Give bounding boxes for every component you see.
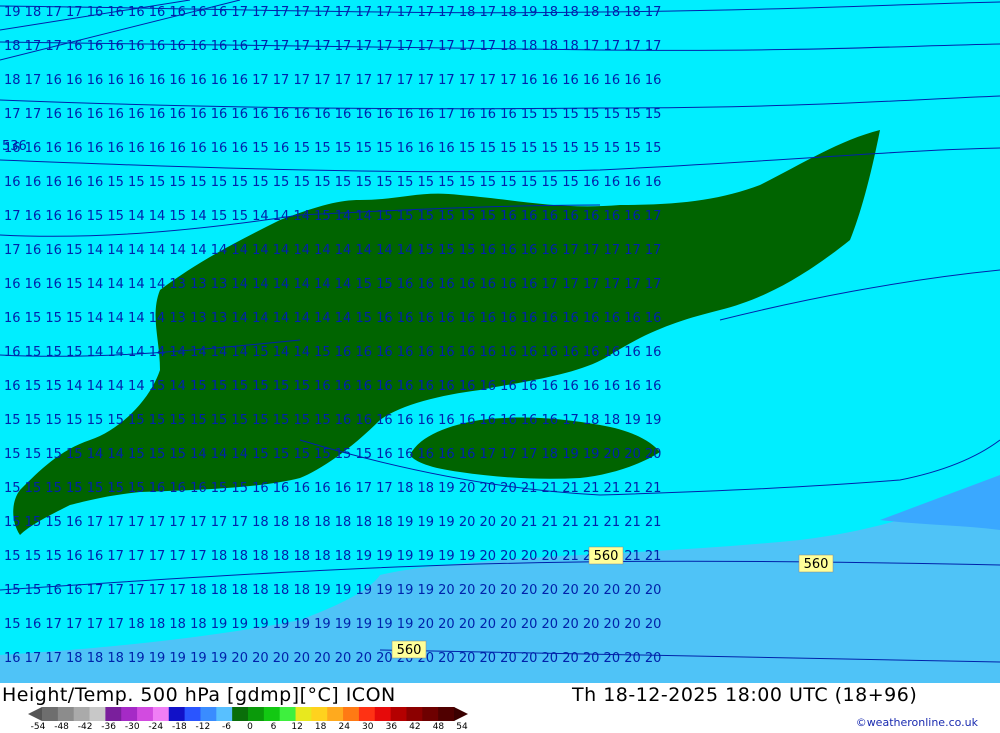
svg-text:18 17 16 16 16 16 16 16 16 16: 18 17 16 16 16 16 16 16 16 16 16 16 17 1… — [4, 73, 661, 88]
svg-text:16 15 15 15 14 14 14 14 14 14: 16 15 15 15 14 14 14 14 14 14 14 14 15 1… — [4, 345, 661, 360]
svg-text:16 16 16 16 16 16 16 16 16 16: 16 16 16 16 16 16 16 16 16 16 16 16 15 1… — [4, 141, 661, 156]
scale-cell — [200, 707, 217, 721]
weather-map: 19 18 17 17 16 16 16 16 16 16 16 17 17 1… — [0, 0, 1000, 683]
scale-tick-label: -42 — [77, 722, 93, 732]
scale-cell — [168, 707, 186, 721]
color-scale-bar — [28, 707, 468, 721]
svg-text:16 16 16 15 14 14 14 14 13 13: 16 16 16 15 14 14 14 14 13 13 13 14 14 1… — [4, 277, 661, 292]
corner-label: 536 — [2, 139, 27, 154]
scale-cell — [358, 707, 376, 721]
scale-cell — [57, 707, 75, 721]
height-label-560-a: 560 — [588, 546, 624, 565]
scale-tick-label: -18 — [171, 722, 187, 732]
svg-text:15 15 15 16 16 17 17 17 17 17: 15 15 15 16 16 17 17 17 17 17 18 18 18 1… — [4, 549, 661, 564]
scale-cell — [216, 707, 233, 721]
height-label-text: 560 — [804, 557, 829, 572]
svg-text:15 15 16 16 17 17 17 17 17 18: 15 15 16 16 17 17 17 17 17 18 18 18 18 1… — [4, 583, 661, 598]
svg-text:17 16 16 16 15 15 14 14 15 14: 17 16 16 16 15 15 14 14 15 14 15 15 14 1… — [4, 209, 661, 224]
height-label-text: 560 — [397, 643, 422, 658]
scale-tick-label: -48 — [54, 722, 69, 732]
scale-tick-label: -36 — [101, 722, 117, 732]
scale-tick-label: -6 — [221, 722, 231, 732]
height-label-text: 560 — [594, 549, 619, 564]
color-scale-labels: -54 -48 -42 -36 -30 -24 -18 -12 -6 0 6 12 18 24 30 36 42… — [30, 722, 470, 733]
scale-cell — [406, 707, 423, 721]
svg-text:15 15 15 15 14 14 15 15 15 14: 15 15 15 15 14 14 15 15 15 14 14 14 15 1… — [4, 447, 661, 462]
scale-left-arrow — [28, 707, 42, 721]
scale-cell — [422, 707, 439, 721]
svg-text:16 17 17 18 18 18 19 19 19 19: 16 17 17 18 18 18 19 19 19 19 19 20 20 2… — [4, 651, 661, 666]
scale-tick-label: 24 — [338, 722, 350, 732]
scale-cell — [232, 707, 249, 721]
scale-cell — [438, 707, 455, 721]
scale-right-arrow — [454, 707, 468, 721]
scale-cell — [89, 707, 106, 721]
height-label-560-b: 560 — [798, 554, 834, 573]
scale-cell — [374, 707, 392, 721]
scale-tick-label: 54 — [456, 722, 468, 732]
scale-cell — [248, 707, 265, 721]
svg-text:15 15 15 15 15 15 15 16 16 16: 15 15 15 15 15 15 15 16 16 16 15 15 16 1… — [4, 481, 661, 496]
scale-tick-label: -54 — [30, 722, 46, 732]
map-title: Height/Temp. 500 hPa [gdmp][°C] ICON — [2, 684, 396, 706]
credit-link[interactable]: ©weatheronline.co.uk — [856, 716, 978, 729]
scale-cell — [263, 707, 281, 721]
svg-text:15 15 15 15 15 15 15 15 15 15: 15 15 15 15 15 15 15 15 15 15 15 15 15 1… — [4, 413, 661, 428]
scale-tick-label: 6 — [270, 722, 277, 732]
svg-text:16 15 15 14 14 14 14 15 14 15: 16 15 15 14 14 14 14 15 14 15 15 15 15 1… — [4, 379, 661, 394]
scale-tick-label: 48 — [432, 722, 445, 732]
svg-text:17 16 16 15 14 14 14 14 14 14: 17 16 16 15 14 14 14 14 14 14 14 14 14 1… — [4, 243, 661, 258]
scale-tick-label: 18 — [314, 722, 327, 732]
scale-cell — [105, 707, 122, 721]
scale-tick-label: -30 — [124, 722, 140, 732]
svg-text:18 17 17 16 16 16 16 16 16 16: 18 17 17 16 16 16 16 16 16 16 16 16 17 1… — [4, 39, 661, 54]
scale-cell — [121, 707, 138, 721]
scale-cell — [390, 707, 407, 721]
scale-cell — [327, 707, 344, 721]
scale-tick-label: 0 — [247, 722, 253, 732]
svg-text:15 16 17 17 17 17 18 18 18 18: 15 16 17 17 17 17 18 18 18 18 19 19 19 1… — [4, 617, 661, 632]
scale-tick-label: 30 — [362, 722, 374, 732]
svg-text:17 17 16 16 16 16 16 16 16 16: 17 17 16 16 16 16 16 16 16 16 16 16 16 1… — [4, 107, 661, 122]
height-label-560-c: 560 — [391, 640, 427, 659]
scale-cell — [343, 707, 360, 721]
svg-text:16 16 16 16 16 15 15 15 15 15: 16 16 16 16 16 15 15 15 15 15 15 15 15 1… — [4, 175, 661, 190]
scale-tick-label: -24 — [148, 722, 164, 732]
scale-cell — [73, 707, 91, 721]
scale-tick-label: -12 — [195, 722, 211, 732]
svg-text:15 15 15 16 17 17 17 17 17 17: 15 15 15 16 17 17 17 17 17 17 17 17 18 1… — [4, 515, 661, 530]
scale-tick-label: 42 — [409, 722, 421, 732]
scale-tick-label: 36 — [385, 722, 398, 732]
scale-cell — [152, 707, 170, 721]
svg-text:16 15 15 15 14 14 14 14 13 13: 16 15 15 15 14 14 14 14 13 13 13 14 14 1… — [4, 311, 661, 326]
svg-text:19 18 17 17 16 16 16 16 16 16: 19 18 17 17 16 16 16 16 16 16 16 17 17 1… — [4, 5, 661, 20]
valid-time: Th 18-12-2025 18:00 UTC (18+96) — [572, 684, 918, 706]
scale-cell — [295, 707, 312, 721]
scale-cell — [184, 707, 201, 721]
scale-cell — [137, 707, 154, 721]
scale-tick-label: 12 — [291, 722, 303, 732]
scale-cell — [42, 707, 59, 721]
scale-cell — [279, 707, 297, 721]
scale-cell — [311, 707, 328, 721]
